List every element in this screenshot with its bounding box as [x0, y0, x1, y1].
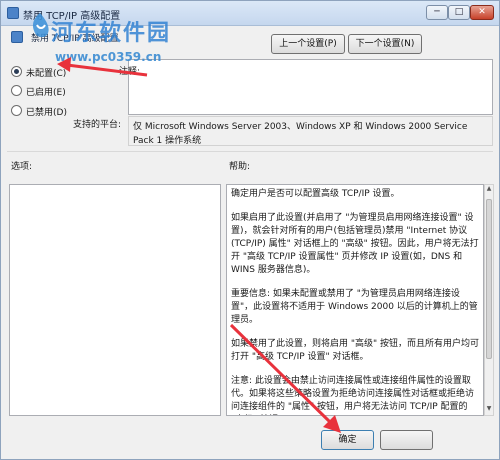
ok-button[interactable]: 确定 — [321, 430, 374, 450]
radio-label: 已禁用(D) — [26, 108, 67, 118]
previous-setting-button[interactable]: 上一个设置(P) — [271, 34, 345, 54]
policy-dialog: 禁用 TCP/IP 高级配置 ─ □ ✕ 禁用 TCP/IP 高级配置 上一个设… — [0, 0, 500, 460]
help-paragraph: 确定用户是否可以配置高级 TCP/IP 设置。 — [231, 189, 400, 199]
supported-platform-label: 支持的平台: — [73, 120, 122, 130]
close-button[interactable]: ✕ — [470, 5, 494, 20]
help-scrollbar[interactable]: ▲ ▼ — [484, 184, 494, 416]
divider — [7, 151, 493, 152]
help-paragraph: 如果启用了此设置(并启用了 "为管理员启用网络连接设置" 设置)，就会针对所有的… — [231, 213, 479, 275]
radio-label: 已启用(E) — [26, 88, 66, 98]
radio-dot[interactable] — [11, 66, 22, 77]
chevron-up-icon[interactable]: ▲ — [485, 185, 493, 195]
options-pane — [9, 184, 221, 416]
radio-dot[interactable] — [11, 85, 22, 96]
help-pane: 确定用户是否可以配置高级 TCP/IP 设置。 如果启用了此设置(并启用了 "为… — [226, 184, 484, 416]
policy-icon — [11, 31, 23, 43]
comment-textarea[interactable] — [128, 59, 493, 115]
help-label: 帮助: — [229, 162, 251, 172]
title-bar: 禁用 TCP/IP 高级配置 ─ □ ✕ — [1, 1, 499, 26]
comment-label: 注释: — [119, 67, 141, 77]
maximize-button[interactable]: □ — [448, 5, 470, 20]
help-paragraph: 重要信息: 如果未配置或禁用了 "为管理员启用网络连接设置"，此设置将不适用于 … — [231, 289, 478, 325]
setting-title: 禁用 TCP/IP 高级配置 — [31, 34, 119, 44]
radio-dot[interactable] — [11, 105, 22, 116]
help-paragraph: 注意: 此设置会由禁止访问连接属性或连接组件属性的设置取代。如果将这些策略设置为… — [231, 376, 475, 412]
cancel-button[interactable] — [380, 430, 433, 450]
next-setting-button[interactable]: 下一个设置(N) — [348, 34, 422, 54]
window-title: 禁用 TCP/IP 高级配置 — [23, 11, 121, 22]
chevron-down-icon[interactable]: ▼ — [485, 405, 493, 415]
minimize-button[interactable]: ─ — [426, 5, 448, 20]
scroll-thumb[interactable] — [486, 199, 492, 359]
radio-label: 未配置(C) — [26, 69, 67, 79]
supported-platform-value: 仅 Microsoft Windows Server 2003、Windows … — [128, 116, 493, 146]
options-label: 选项: — [11, 162, 33, 172]
help-paragraph: 如果禁用了此设置，则将启用 "高级" 按钮，而且所有用户均可打开 "高级 TCP… — [231, 339, 480, 362]
policy-icon — [7, 7, 19, 19]
